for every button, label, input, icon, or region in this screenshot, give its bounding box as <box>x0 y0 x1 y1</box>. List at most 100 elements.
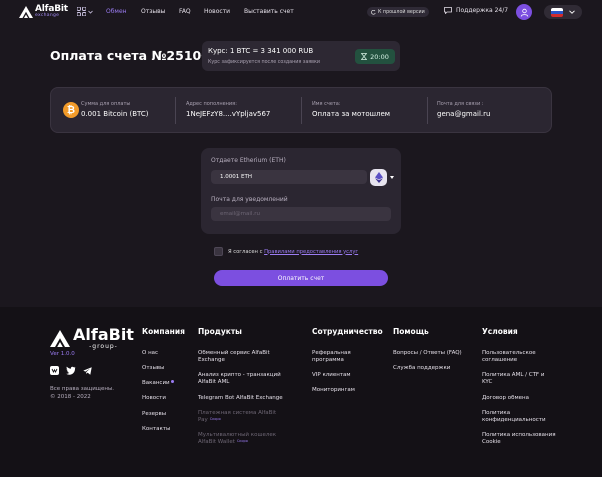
footer-link-cookie[interactable]: Политика использования Cookie <box>482 432 556 446</box>
invoice-info: ₿ Сумма для оплаты 0.001 Bitcoin (BTC) А… <box>50 87 552 133</box>
amount-input[interactable]: 1.0001 ETH <box>211 170 367 184</box>
page: AlfaBit exchange Обмен Отзывы FAQ Новост… <box>0 0 602 477</box>
footer-link-pay[interactable]: Платежная система AlfaBit Pay Скоро <box>198 410 294 424</box>
new-dot-icon <box>170 380 174 384</box>
chevron-down-icon <box>390 176 394 179</box>
vacancies-label: Вакансии <box>142 380 170 387</box>
bitcoin-icon: ₿ <box>63 102 79 118</box>
info-email: Почта для связи : gena@gmail.ru <box>437 101 490 118</box>
soon-badge: Скоро <box>209 416 221 421</box>
footer-link-news[interactable]: Новости <box>142 395 185 402</box>
terms-link[interactable]: Правилами предоставления услуг <box>264 249 358 255</box>
language-select[interactable] <box>544 5 582 19</box>
footer-col-company: Компания О нас Отзывы Вакансии Новости Р… <box>142 327 185 433</box>
footer-link-referral[interactable]: Реферальная программа <box>312 350 384 364</box>
nav-faq[interactable]: FAQ <box>179 8 191 15</box>
footer-link-vacancies[interactable]: Вакансии <box>142 380 185 387</box>
profile-button[interactable] <box>516 4 532 20</box>
footer-link-aml[interactable]: Анализ крипто - транзакций AlfaBit AML <box>198 372 294 386</box>
divider <box>301 97 302 124</box>
logo-icon <box>19 5 33 18</box>
rate-value: Курс: 1 BTC = 3 341 000 RUB <box>208 47 314 55</box>
back-icon <box>371 9 376 15</box>
nav-news[interactable]: Новости <box>204 8 230 15</box>
footer-link-wallet[interactable]: Мультивалютный кошелек AlfaBit Wallet Ско… <box>198 432 294 446</box>
chevron-down-icon <box>88 10 93 14</box>
info-address: Адрес пополнения: 1NeJEFzY8....vYpljav56… <box>186 101 270 118</box>
prev-version-label: К прошлой версии <box>378 9 425 15</box>
support-label: Поддержка 24/7 <box>456 7 509 14</box>
footer-link-aml-policy[interactable]: Политика AML / CTF и KYC <box>482 372 556 386</box>
social-links <box>50 366 92 375</box>
footer-link-user-agreement[interactable]: Пользовательское соглашение <box>482 350 556 364</box>
twitter-icon[interactable] <box>66 366 76 375</box>
nav-reviews[interactable]: Отзывы <box>141 8 165 15</box>
user-icon <box>520 8 528 17</box>
chat-icon <box>444 7 452 14</box>
apps-menu[interactable] <box>77 7 93 16</box>
footer-col-partners: Сотрудничество Реферальная программа VIP… <box>312 327 384 395</box>
info-account-value: Оплата за мотошлем <box>312 110 391 118</box>
footer-link-exchange[interactable]: Обменный сервис AlfaBit Exchange <box>198 350 294 364</box>
info-account: Имя счета: Оплата за мотошлем <box>312 101 390 118</box>
terms-checkbox[interactable] <box>214 247 223 256</box>
divider <box>175 97 176 124</box>
footer-link-telegram-bot[interactable]: Telegram Bot AlfaBit Exchange <box>198 395 294 402</box>
info-amount-value: 0.001 Bitcoin (BTC) <box>81 110 149 118</box>
info-email-value: gena@gmail.ru <box>437 110 491 118</box>
footer-col-terms: Условия Пользовательское соглашение Поли… <box>482 327 556 446</box>
pay-button[interactable]: Оплатить счет <box>214 270 388 286</box>
email-label: Почта для уведомлений <box>211 196 288 203</box>
info-address-label: Адрес пополнения: <box>186 101 237 107</box>
rate-note: Курс зафиксируется после создания заявки <box>208 60 321 65</box>
give-label: Отдаете Etherium (ETH) <box>211 157 286 164</box>
divider <box>427 97 428 124</box>
vk-icon[interactable] <box>50 366 59 375</box>
footer-link-reviews[interactable]: Отзывы <box>142 365 185 372</box>
footer-col-title: Сотрудничество <box>312 327 383 336</box>
chevron-down-icon <box>569 10 575 14</box>
terms-prefix: Я согласен с <box>228 248 263 255</box>
soon-badge: Скоро <box>236 439 248 444</box>
currency-select[interactable] <box>370 169 387 186</box>
email-input[interactable]: email@mail.ru <box>211 207 391 221</box>
header-logo[interactable]: AlfaBit exchange <box>19 5 68 19</box>
payment-form: Отдаете Etherium (ETH) 1.0001 ETH Почта … <box>201 148 401 234</box>
terms-text: Я согласен с Правилами предоставления ус… <box>228 249 358 255</box>
timer-value: 20:00 <box>370 52 389 61</box>
nav-exchange[interactable]: Обмен <box>106 8 127 15</box>
nav-invoice[interactable]: Выставить счет <box>244 8 294 15</box>
rights-line: Все права защищены. <box>50 386 115 392</box>
top-nav: AlfaBit exchange Обмен Отзывы FAQ Новост… <box>0 0 602 24</box>
rate-panel: Курс: 1 BTC = 3 341 000 RUB Курс зафикси… <box>202 41 400 71</box>
logo-sub: exchange <box>35 13 60 18</box>
info-address-value[interactable]: 1NeJEFzY8....vYpljav567 <box>186 110 270 118</box>
footer-link-monitoring[interactable]: Мониторингам <box>312 387 384 394</box>
prev-version-button[interactable]: К прошлой версии <box>367 7 429 17</box>
footer: AlfaBit -group- Ver 1.0.0 Все права защи… <box>0 307 602 477</box>
footer-logo[interactable]: AlfaBit -group- <box>50 327 134 350</box>
ethereum-icon <box>374 172 383 183</box>
footer-link-contacts[interactable]: Контакты <box>142 426 185 433</box>
logo-icon <box>50 330 70 347</box>
footer-col-title: Продукты <box>198 327 242 336</box>
version-label: Ver 1.0.0 <box>50 351 75 357</box>
footer-col-products: Продукты Обменный сервис AlfaBit Exchang… <box>198 327 294 446</box>
footer-logo-name: AlfaBit <box>73 325 134 344</box>
footer-link-exchange-contract[interactable]: Договор обмена <box>482 395 556 402</box>
terms-agreement[interactable]: Я согласен с Правилами предоставления ус… <box>214 247 358 256</box>
footer-link-faq[interactable]: Вопросы / Ответы (FAQ) <box>393 350 462 357</box>
support-link[interactable]: Поддержка 24/7 <box>444 7 508 14</box>
info-amount-label: Сумма для оплаты <box>81 101 131 107</box>
info-amount: Сумма для оплаты 0.001 Bitcoin (BTC) <box>81 101 149 118</box>
footer-link-about[interactable]: О нас <box>142 350 185 357</box>
footer-link-reserves[interactable]: Резервы <box>142 411 185 418</box>
info-email-label: Почта для связи : <box>437 101 484 107</box>
footer-link-privacy[interactable]: Политика конфиденциальности <box>482 410 556 424</box>
footer-link-vip[interactable]: VIP клиентам <box>312 372 384 379</box>
timer-badge: 20:00 <box>355 49 395 64</box>
hourglass-icon <box>361 53 368 60</box>
info-account-label: Имя счета: <box>312 101 341 107</box>
telegram-icon[interactable] <box>83 366 92 375</box>
footer-link-support[interactable]: Служба поддержки <box>393 365 462 372</box>
